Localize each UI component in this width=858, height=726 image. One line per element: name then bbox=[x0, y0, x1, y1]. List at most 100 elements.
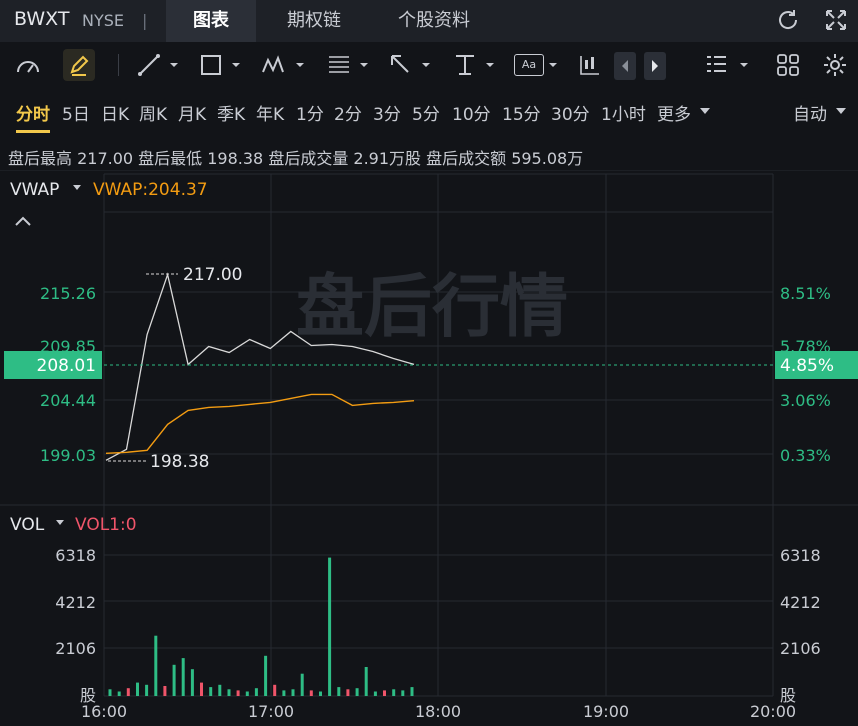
period-weekly[interactable]: 周K bbox=[139, 100, 167, 125]
period-3m[interactable]: 3分 bbox=[373, 100, 401, 125]
gauge-icon[interactable] bbox=[14, 52, 42, 78]
time-tick: 16:00 bbox=[81, 702, 127, 721]
chevron-down-icon[interactable] bbox=[835, 107, 847, 115]
line-tool-icon[interactable] bbox=[136, 52, 182, 78]
period-daily[interactable]: 日K bbox=[101, 100, 129, 125]
price-tick: 204.44 bbox=[40, 391, 96, 410]
high-label: 217.00 bbox=[183, 265, 242, 285]
active-period-underline bbox=[16, 130, 50, 133]
arrow-tool-icon[interactable] bbox=[388, 52, 434, 78]
price-range-icon[interactable] bbox=[452, 52, 498, 78]
volume-bar bbox=[108, 689, 112, 696]
ticker-symbol: BWXT bbox=[14, 8, 70, 30]
volume-bar bbox=[163, 686, 167, 696]
volume-bar bbox=[181, 658, 185, 696]
volume-bar bbox=[401, 690, 405, 696]
period-quarterly[interactable]: 季K bbox=[217, 100, 245, 125]
volume-bar bbox=[200, 682, 203, 696]
vol-indicator-label[interactable]: VOL bbox=[10, 515, 45, 535]
tab-options-chain[interactable]: 期权链 bbox=[266, 0, 362, 42]
volume-bar bbox=[291, 689, 295, 696]
volume-bar bbox=[346, 689, 350, 696]
fibonacci-tool-icon[interactable] bbox=[326, 52, 372, 78]
volume-bar bbox=[154, 635, 158, 696]
volume-tick: 6318 bbox=[780, 546, 821, 565]
header-bar: BWXT NYSE | 图表 期权链 个股资料 bbox=[0, 0, 858, 42]
volume-bar bbox=[227, 689, 231, 696]
settings-icon[interactable] bbox=[822, 52, 848, 78]
exchange-label: NYSE bbox=[82, 11, 125, 30]
watermark: 盘后行情 bbox=[296, 268, 568, 347]
tab-stock-profile[interactable]: 个股资料 bbox=[378, 0, 490, 42]
tab-chart[interactable]: 图表 bbox=[166, 0, 256, 42]
volume-bar bbox=[282, 690, 286, 696]
layout-grid-icon[interactable] bbox=[776, 52, 800, 78]
period-30m[interactable]: 30分 bbox=[551, 100, 590, 125]
candlestick-icon[interactable] bbox=[578, 52, 602, 78]
prev-arrow-icon[interactable] bbox=[614, 52, 636, 80]
volume-bar bbox=[136, 682, 139, 696]
price-tick: 215.26 bbox=[40, 284, 96, 303]
volume-tick: 6318 bbox=[55, 546, 96, 565]
volume-bar bbox=[383, 690, 386, 696]
price-volume-chart[interactable]: 盘后行情 VWAP VWAP:204.37 215.26 209.85 204.… bbox=[0, 170, 858, 726]
volume-bar bbox=[264, 655, 268, 696]
period-10m[interactable]: 10分 bbox=[452, 100, 491, 125]
volume-tick: 4212 bbox=[780, 593, 821, 612]
volume-bar bbox=[373, 691, 377, 696]
vwap-line bbox=[105, 393, 415, 454]
indicator-list-icon[interactable] bbox=[704, 52, 752, 78]
volume-bar bbox=[172, 664, 176, 696]
period-more[interactable]: 更多 bbox=[657, 100, 691, 125]
price-tick: 199.03 bbox=[40, 446, 96, 465]
chevron-down-icon[interactable] bbox=[699, 107, 711, 115]
after-hours-stats: 盘后最高 217.00 盘后最低 198.38 盘后成交量 2.91万股 盘后成… bbox=[8, 149, 584, 168]
chevron-down-icon[interactable] bbox=[56, 520, 64, 525]
volume-bar bbox=[364, 667, 368, 696]
period-selector: 分时 5日 日K 周K 月K 季K 年K 1分 2分 3分 5分 10分 15分… bbox=[0, 88, 858, 134]
percent-tick: 3.06% bbox=[780, 391, 831, 410]
refresh-icon[interactable] bbox=[774, 6, 802, 34]
volume-tick: 2106 bbox=[55, 639, 96, 658]
chevron-down-icon[interactable] bbox=[548, 62, 558, 68]
auto-scale-dropdown[interactable]: 自动 bbox=[793, 100, 827, 125]
volume-bar bbox=[355, 688, 359, 696]
volume-bar bbox=[309, 690, 313, 696]
volume-bar bbox=[218, 684, 222, 696]
pattern-tool-icon[interactable] bbox=[260, 52, 308, 78]
period-5m[interactable]: 5分 bbox=[412, 100, 440, 125]
drawing-toolbar: Aa bbox=[0, 42, 858, 88]
collapse-icon[interactable] bbox=[15, 216, 31, 226]
volume-bar bbox=[337, 687, 341, 696]
header-separator: | bbox=[142, 11, 148, 30]
next-arrow-icon[interactable] bbox=[644, 52, 666, 80]
volume-bar bbox=[254, 688, 258, 696]
current-pct-label: 4.85% bbox=[780, 356, 834, 376]
period-15m[interactable]: 15分 bbox=[502, 100, 541, 125]
rectangle-tool-icon[interactable] bbox=[198, 52, 244, 78]
volume-bar bbox=[145, 684, 149, 696]
period-1m[interactable]: 1分 bbox=[296, 100, 324, 125]
period-monthly[interactable]: 月K bbox=[178, 100, 206, 125]
percent-tick: 0.33% bbox=[780, 446, 831, 465]
volume-bar bbox=[410, 687, 414, 696]
grid bbox=[0, 170, 858, 697]
time-tick: 19:00 bbox=[583, 702, 629, 721]
period-yearly[interactable]: 年K bbox=[256, 100, 284, 125]
period-1h[interactable]: 1小时 bbox=[601, 100, 646, 125]
period-intraday[interactable]: 分时 bbox=[16, 100, 50, 125]
fullscreen-icon[interactable] bbox=[822, 6, 850, 34]
period-5d[interactable]: 5日 bbox=[62, 100, 90, 125]
volume-bar bbox=[328, 557, 332, 696]
toolbar-divider bbox=[118, 54, 119, 76]
low-label: 198.38 bbox=[150, 452, 209, 472]
chevron-down-icon[interactable] bbox=[73, 185, 81, 190]
vwap-indicator-label[interactable]: VWAP bbox=[10, 180, 59, 200]
percent-tick: 8.51% bbox=[780, 284, 831, 303]
text-annotation-icon[interactable]: Aa bbox=[514, 54, 544, 76]
volume-tick: 2106 bbox=[780, 639, 821, 658]
volume-bar bbox=[300, 673, 304, 696]
time-tick: 20:00 bbox=[750, 702, 796, 721]
period-2m[interactable]: 2分 bbox=[334, 100, 362, 125]
pen-icon[interactable] bbox=[62, 48, 96, 82]
